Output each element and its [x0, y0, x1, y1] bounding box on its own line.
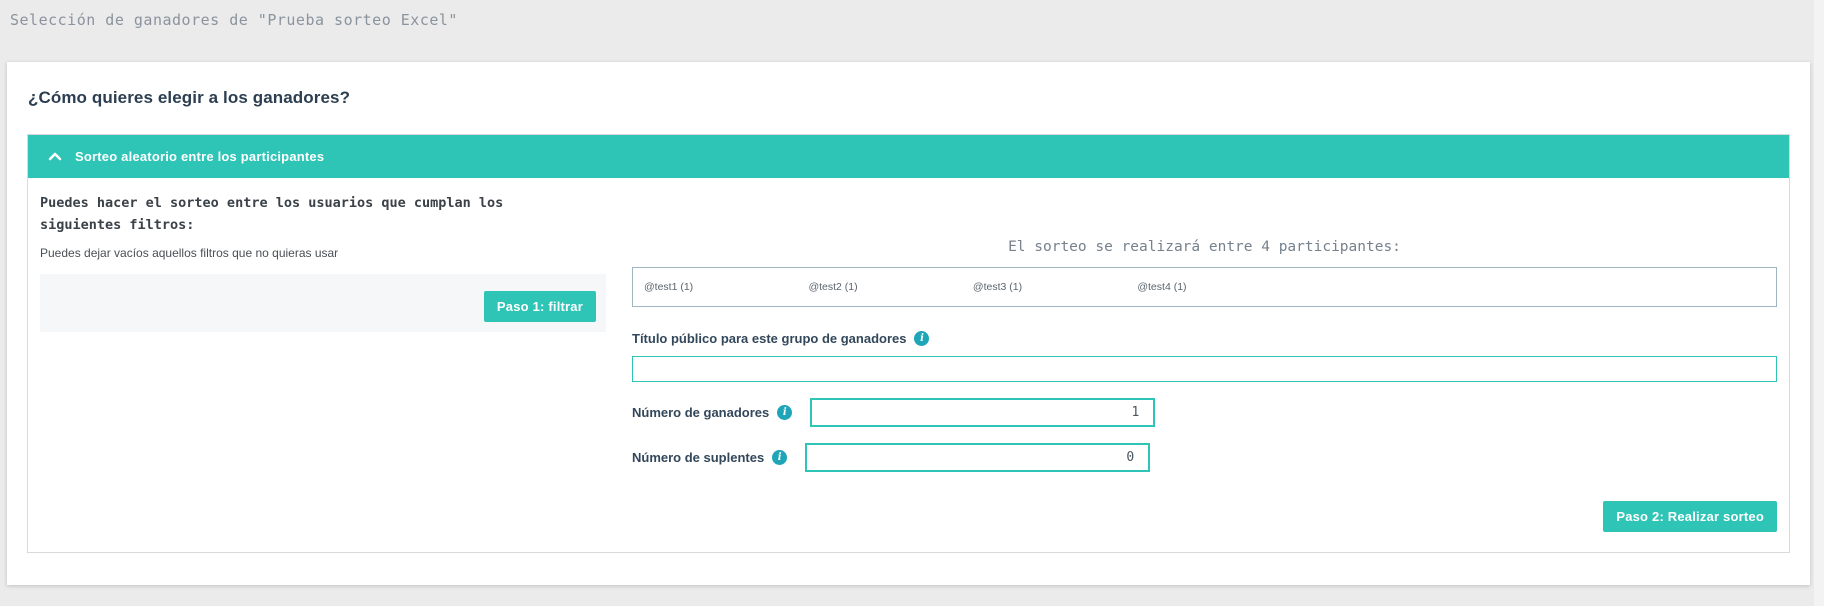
filters-intro-text: Puedes hacer el sorteo entre los usuario…: [40, 195, 504, 233]
public-title-label: Título público para este grupo de ganado…: [632, 331, 907, 346]
info-icon[interactable]: i: [777, 405, 793, 420]
page-header: Selección de ganadores de "Prueba sorteo…: [0, 0, 1824, 62]
random-draw-panel-header[interactable]: Sorteo aleatorio entre los participantes: [28, 135, 1789, 178]
step2-run-draw-button[interactable]: Paso 2: Realizar sorteo: [1603, 501, 1777, 532]
step2-row: Paso 2: Realizar sorteo: [632, 501, 1777, 532]
participant-item: @test1 (1): [644, 281, 694, 293]
participant-item: @test4 (1): [1137, 281, 1187, 293]
winner-selection-card: ¿Cómo quieres elegir a los ganadores? So…: [7, 62, 1810, 585]
winners-row: Número de ganadores i: [632, 398, 1777, 427]
random-draw-panel-title: Sorteo aleatorio entre los participantes: [75, 149, 325, 164]
page-title: Selección de ganadores de "Prueba sorteo…: [10, 11, 458, 29]
vertical-scrollbar-track[interactable]: [1814, 0, 1824, 606]
participants-box: @test1 (1) @test2 (1) @test3 (1) @test4 …: [632, 267, 1777, 307]
chevron-up-icon: [48, 151, 62, 162]
public-title-input[interactable]: [632, 356, 1777, 382]
participant-item: @test2 (1): [808, 281, 858, 293]
random-draw-panel-body: Puedes hacer el sorteo entre los usuario…: [28, 178, 1789, 552]
winners-count-input[interactable]: [810, 398, 1156, 427]
filters-empty-box: Paso 1: filtrar: [40, 274, 606, 333]
info-icon[interactable]: i: [914, 331, 930, 346]
filters-hint-text: Puedes dejar vacíos aquellos filtros que…: [40, 246, 339, 261]
filters-column: Puedes hacer el sorteo entre los usuario…: [40, 193, 606, 532]
public-title-label-row: Título público para este grupo de ganado…: [632, 331, 1777, 346]
substitutes-row: Número de suplentes i: [632, 443, 1777, 472]
participant-item: @test3 (1): [972, 281, 1023, 293]
info-icon[interactable]: i: [772, 450, 788, 465]
substitutes-label-row: Número de suplentes i: [632, 450, 788, 465]
step1-filter-button[interactable]: Paso 1: filtrar: [483, 291, 596, 323]
participants-heading: El sorteo se realizará entre 4 participa…: [1008, 239, 1401, 255]
winners-label: Número de ganadores: [632, 405, 770, 420]
draw-column: El sorteo se realizará entre 4 participa…: [632, 193, 1777, 532]
substitutes-count-input[interactable]: [805, 443, 1151, 472]
substitutes-label: Número de suplentes: [632, 450, 765, 465]
random-draw-panel: Sorteo aleatorio entre los participantes…: [27, 134, 1790, 553]
question-title: ¿Cómo quieres elegir a los ganadores?: [28, 88, 351, 107]
winners-label-row: Número de ganadores i: [632, 405, 793, 420]
